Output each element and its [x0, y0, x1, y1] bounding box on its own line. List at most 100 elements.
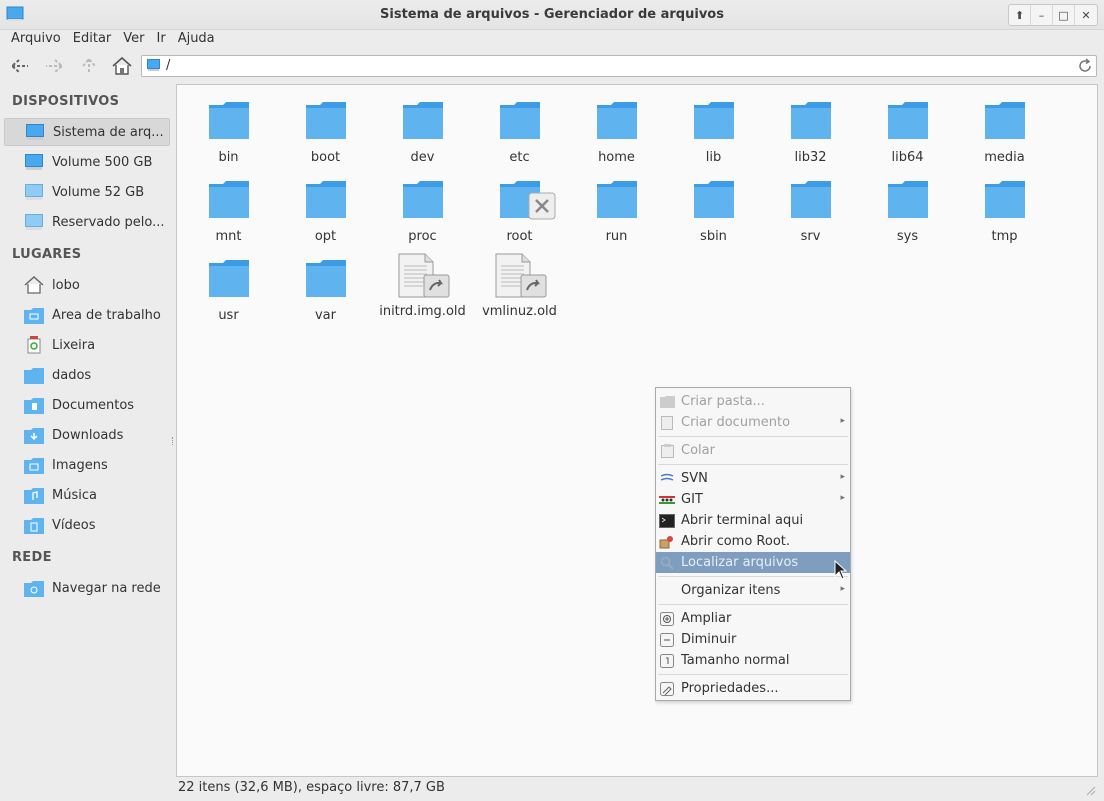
file-view[interactable]: bin boot dev etc home lib lib32 lib64 media mnt op… — [176, 84, 1098, 777]
file-item[interactable]: media — [956, 99, 1053, 177]
toolbar: / — [0, 51, 1104, 81]
context-menu-item-tamanho-normal[interactable]: Tamanho normal — [656, 650, 850, 671]
sidebar-item-label: lobo — [52, 277, 80, 293]
file-name: mnt — [215, 229, 242, 244]
file-name: initrd.img.old — [379, 304, 466, 319]
context-menu-item-svn[interactable]: SVN ▸ — [656, 468, 850, 489]
menu-ir[interactable]: Ir — [151, 28, 172, 50]
context-menu-item-organizar-itens[interactable]: Organizar itens ▸ — [656, 580, 850, 601]
new-document-icon — [659, 415, 675, 430]
sidebar-item-label: Reservado pelo... — [52, 214, 165, 230]
folder-icon — [207, 178, 251, 220]
maximize-button[interactable]: □ — [1053, 5, 1075, 25]
context-menu-item-colar[interactable]: Colar — [656, 440, 850, 461]
context-menu-item-criar-documento[interactable]: Criar documento ▸ — [656, 412, 850, 433]
file-name: run — [605, 229, 628, 244]
file-item[interactable]: root — [471, 178, 568, 256]
back-button[interactable] — [8, 55, 32, 77]
file-item[interactable]: srv — [762, 178, 859, 256]
menu-separator — [658, 436, 848, 437]
folder-icon — [595, 178, 639, 220]
sidebar-item-filesystem[interactable]: Sistema de arq... — [4, 118, 170, 146]
file-name: lib — [705, 150, 722, 165]
symlink-file-icon — [492, 253, 548, 299]
sidebar-item-label: Área de trabalho — [52, 307, 161, 323]
sidebar-item-desktop[interactable]: Área de trabalho — [4, 301, 170, 329]
properties-icon — [659, 681, 675, 696]
file-name: proc — [408, 229, 437, 244]
home-icon — [24, 276, 44, 294]
search-icon — [659, 556, 675, 570]
context-menu-item-localizar-arquivos[interactable]: Localizar arquivos — [656, 552, 850, 573]
resize-grip-icon[interactable] — [1084, 784, 1096, 796]
home-button[interactable] — [110, 55, 134, 77]
sidebar-item-reserved[interactable]: Reservado pelo... — [4, 208, 170, 236]
sidebar-item-musica[interactable]: Música — [4, 481, 170, 509]
file-item[interactable]: home — [568, 99, 665, 177]
downloads-folder-icon — [24, 426, 44, 444]
file-item[interactable]: sbin — [665, 178, 762, 256]
context-menu-item-ampliar[interactable]: Ampliar — [656, 608, 850, 629]
file-item[interactable]: lib — [665, 99, 762, 177]
file-name: tmp — [991, 229, 1018, 244]
sidebar-item-home[interactable]: lobo — [4, 271, 170, 299]
sidebar-item-label: Downloads — [52, 427, 124, 443]
blank-icon — [659, 584, 675, 598]
folder-icon — [401, 99, 445, 141]
shade-button[interactable]: ⬆ — [1009, 5, 1031, 25]
context-menu-label: Diminuir — [681, 632, 737, 647]
sidebar-item-browse-network[interactable]: Navegar na rede — [4, 574, 170, 602]
file-item[interactable]: boot — [277, 99, 374, 177]
sidebar-item-volume-500gb[interactable]: Volume 500 GB — [4, 148, 170, 176]
file-item[interactable]: dev — [374, 99, 471, 177]
sidebar-item-label: Sistema de arq... — [53, 124, 164, 140]
menu-ajuda[interactable]: Ajuda — [172, 28, 221, 50]
sidebar-item-dados[interactable]: dados — [4, 361, 170, 389]
file-item[interactable]: vmlinuz.old — [471, 253, 568, 335]
file-item[interactable]: run — [568, 178, 665, 256]
file-item[interactable]: lib64 — [859, 99, 956, 177]
zoom-out-icon — [659, 632, 675, 647]
pane-resize-handle[interactable] — [172, 437, 175, 445]
sidebar-item-documentos[interactable]: Documentos — [4, 391, 170, 419]
sidebar-item-volume-52gb[interactable]: Volume 52 GB — [4, 178, 170, 206]
sidebar-item-imagens[interactable]: Imagens — [4, 451, 170, 479]
location-bar[interactable]: / — [141, 55, 1097, 77]
context-menu-item-abrir-como-root[interactable]: Abrir como Root. — [656, 531, 850, 552]
sidebar-item-videos[interactable]: Vídeos — [4, 511, 170, 539]
forward-button[interactable] — [42, 55, 66, 77]
file-item[interactable]: initrd.img.old — [374, 253, 471, 335]
file-item[interactable]: var — [277, 257, 374, 335]
file-item[interactable]: sys — [859, 178, 956, 256]
context-menu-item-propriedades[interactable]: Propriedades... — [656, 678, 850, 699]
file-item[interactable]: etc — [471, 99, 568, 177]
file-item[interactable]: bin — [180, 99, 277, 177]
context-menu-label: Propriedades... — [681, 681, 779, 696]
context-menu-item-diminuir[interactable]: Diminuir — [656, 629, 850, 650]
file-item[interactable]: mnt — [180, 178, 277, 256]
file-item[interactable]: tmp — [956, 178, 1053, 256]
menu-separator — [658, 604, 848, 605]
sidebar-item-label: Lixeira — [52, 337, 96, 353]
menu-editar[interactable]: Editar — [67, 28, 118, 50]
sidebar-item-downloads[interactable]: Downloads — [4, 421, 170, 449]
close-button[interactable]: ✕ — [1075, 5, 1097, 25]
file-item[interactable]: lib32 — [762, 99, 859, 177]
menu-arquivo[interactable]: Arquivo — [5, 28, 67, 50]
menu-ver[interactable]: Ver — [117, 28, 150, 50]
file-item[interactable]: usr — [180, 257, 277, 335]
file-item[interactable]: proc — [374, 178, 471, 256]
videos-folder-icon — [24, 516, 44, 534]
reload-icon[interactable] — [1076, 57, 1094, 75]
context-menu-label: Abrir terminal aqui — [681, 513, 804, 528]
trash-icon — [24, 336, 44, 354]
context-menu-label: SVN — [681, 471, 708, 486]
file-item[interactable]: opt — [277, 178, 374, 256]
context-menu-item-abrir-terminal-aqui[interactable]: Abrir terminal aqui — [656, 510, 850, 531]
file-name: vmlinuz.old — [482, 304, 557, 319]
minimize-button[interactable]: – — [1031, 5, 1053, 25]
context-menu-item-criar-pasta[interactable]: Criar pasta... — [656, 391, 850, 412]
up-button[interactable] — [77, 55, 101, 77]
context-menu-item-git[interactable]: GIT ▸ — [656, 489, 850, 510]
sidebar-item-trash[interactable]: Lixeira — [4, 331, 170, 359]
